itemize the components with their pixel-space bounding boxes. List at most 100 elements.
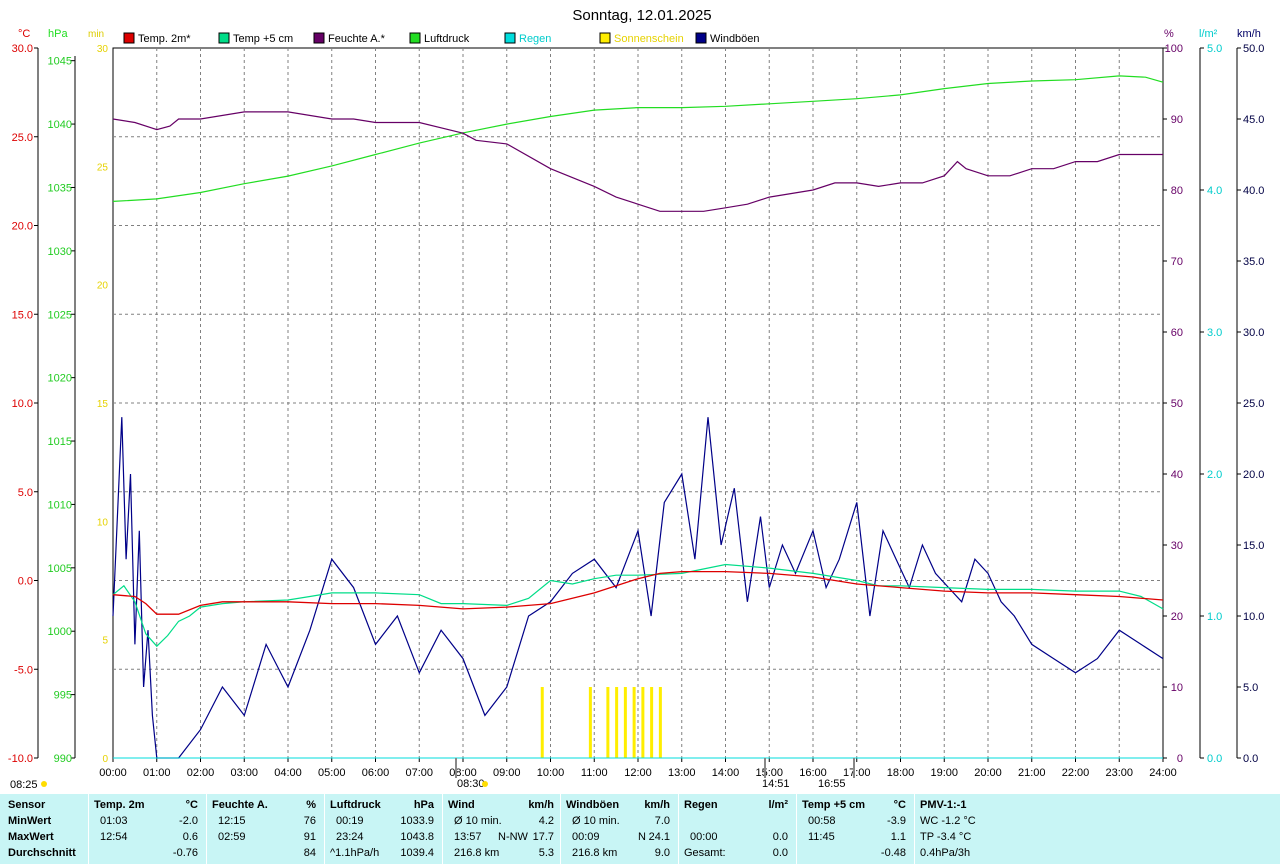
sun-tick-label: 30 [97, 44, 109, 55]
time-tick-label: 07:00 [405, 767, 433, 779]
legend-swatch [599, 32, 611, 44]
temp-max-value: 0.6 [182, 831, 198, 843]
wind-avg10-value: 4.2 [538, 815, 554, 827]
sun-event-label: 08:30 [457, 778, 485, 790]
wind-tick-label: 20.0 [1243, 469, 1264, 481]
time-tick-label: 04:00 [274, 767, 302, 779]
sunshine-bar [540, 687, 544, 758]
sun-dot [482, 781, 488, 787]
legend-swatch [409, 32, 421, 44]
sun-tick-label: 20 [97, 281, 109, 292]
sun-event-label: 14:51 [762, 778, 790, 790]
gusts-avg10-label: Ø 10 min. [572, 815, 620, 827]
humidity-avg-value: 84 [303, 847, 316, 859]
temp-tick-label: 5.0 [18, 487, 33, 499]
pressure-unit: hPa [413, 799, 434, 811]
humidity-tick-label: 70 [1171, 256, 1183, 268]
wind-unit-label: km/h [1237, 28, 1261, 40]
legend-entry: Luftdruck [424, 33, 470, 45]
sunshine-bar [606, 687, 610, 758]
humidity-unit-label: % [1164, 28, 1174, 40]
pmv-header: PMV-1:-1 [920, 799, 967, 811]
legend-entry: Feuchte A.* [328, 33, 386, 45]
temp-tick-label: 0.0 [18, 576, 33, 588]
gusts-max-direction: N [638, 831, 646, 843]
humidity-tick-label: 30 [1171, 540, 1183, 552]
sun-unit-label: min [88, 29, 104, 40]
legend-swatch [695, 32, 707, 44]
humidity-min-value: 76 [303, 815, 316, 827]
sunshine-bar [650, 687, 654, 758]
gusts-max-value: 24.1 [648, 831, 670, 843]
gusts-distance: 216.8 km [572, 847, 618, 859]
humidity-min-time: 12:15 [218, 815, 246, 827]
sensor-column: Sensor MinWert MaxWert Durchschnitt [8, 794, 88, 864]
time-tick-label: 09:00 [493, 767, 521, 779]
temp5-avg-value: -0.48 [880, 847, 906, 859]
rain-column: Regen l/m² 00:00 0.0 Gesamt: 0.0 [684, 794, 792, 864]
wind-tick-label: 35.0 [1243, 256, 1264, 268]
time-tick-label: 22:00 [1062, 767, 1090, 779]
pressure-tick-label: 1040 [48, 119, 72, 131]
sun-tick-label: 15 [97, 399, 109, 410]
pressure-tick-label: 1020 [48, 373, 72, 385]
temp5-unit: °C [893, 799, 906, 811]
wind-tick-label: 40.0 [1243, 185, 1264, 197]
humidity-tick-label: 0 [1177, 753, 1183, 765]
sun-dot [41, 781, 47, 787]
pressure-unit-label: hPa [48, 28, 68, 40]
wind-tick-label: 25.0 [1243, 398, 1264, 410]
max-row-label: MaxWert [8, 831, 54, 843]
statistics-footer: Sensor MinWert MaxWert Durchschnitt Temp… [0, 794, 1280, 864]
legend-entry: Windböen [710, 33, 760, 45]
wind-avg-value: 5.3 [538, 847, 554, 859]
sun-tick-label: 0 [102, 754, 108, 765]
time-tick-label: 18:00 [887, 767, 915, 779]
pressure-avg-value: 1039.4 [400, 847, 434, 859]
temp-min-time: 01:03 [100, 815, 128, 827]
rain-tick-label: 5.0 [1207, 43, 1222, 55]
time-tick-label: 01:00 [143, 767, 171, 779]
humidity-unit: % [306, 799, 316, 811]
pressure-tick-label: 1035 [48, 182, 72, 194]
temp5-column: Temp +5 cm °C 00:58 -3.9 11:45 1.1 -0.48 [802, 794, 910, 864]
time-tick-label: 20:00 [974, 767, 1002, 779]
legend: Temp. 2m* Temp +5 cm Feuchte A.* Luftdruck R… [123, 32, 760, 45]
humidity-max-value: 91 [303, 831, 316, 843]
wind-tick-label: 30.0 [1243, 327, 1264, 339]
sensor-header: Sensor [8, 799, 46, 811]
temp-tick-label: 15.0 [12, 309, 33, 321]
humidity-tick-label: 100 [1165, 43, 1183, 55]
sun-event-label: 16:55 [818, 778, 846, 790]
pressure-trend: ^1.1hPa/h [330, 847, 380, 859]
humidity-tick-label: 90 [1171, 114, 1183, 126]
wind-tick-label: 15.0 [1243, 540, 1264, 552]
time-tick-label: 23:00 [1105, 767, 1133, 779]
legend-entry: Sonnenschein [614, 33, 684, 45]
time-tick-label: 10:00 [537, 767, 565, 779]
rain-tick-label: 0.0 [1207, 753, 1222, 765]
wind-tick-label: 50.0 [1243, 43, 1264, 55]
rain-tick-label: 3.0 [1207, 327, 1222, 339]
wind-distance: 216.8 km [454, 847, 500, 859]
wind-max-time: 13:57 [454, 831, 482, 843]
pmv-column: PMV-1:-1 WC -1.2 °C TP -3.4 °C 0.4hPa/3h [920, 794, 1040, 864]
humidity-header: Feuchte A. [212, 799, 268, 811]
humidity-tick-label: 10 [1171, 682, 1183, 694]
gusts-avg-value: 9.0 [654, 847, 670, 859]
sunshine-bar [632, 687, 636, 758]
temp-max-time: 12:54 [100, 831, 128, 843]
gusts-unit: km/h [644, 799, 670, 811]
rain-tick-label: 4.0 [1207, 185, 1222, 197]
wind-unit: km/h [528, 799, 554, 811]
legend-swatch [504, 32, 516, 44]
wind-header: Wind [448, 799, 475, 811]
sunshine-bar [641, 687, 645, 758]
time-tick-label: 06:00 [362, 767, 390, 779]
sunshine-bar [623, 687, 627, 758]
chart-title: Sonntag, 12.01.2025 [572, 7, 711, 24]
temp-tick-label: -10.0 [8, 753, 33, 765]
rain-total-value: 0.0 [772, 847, 788, 859]
legend-entry: Temp. 2m* [138, 33, 191, 45]
pressure-min-value: 1033.9 [400, 815, 434, 827]
